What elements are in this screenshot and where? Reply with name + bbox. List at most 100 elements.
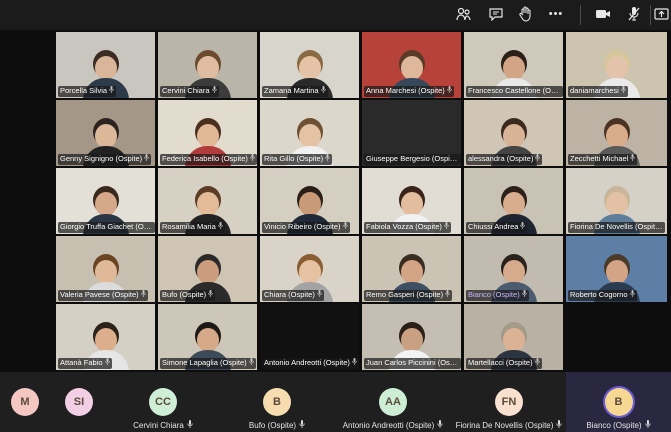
participant-video-tile[interactable]: Martellacci (Ospite) [464,304,563,370]
participant-name: Simone Lapaglia (Ospite) [162,358,247,367]
participant-video-tile[interactable]: Antonio Andreotti (Ospite) [260,304,359,370]
participant-name-label: Bufo (Ospite) [160,290,216,301]
participant-name: Cervini Chiara [133,421,184,430]
participant-video-tile[interactable]: Cervini Chiara [158,32,257,98]
mic-icon [299,420,305,430]
avatar-initials: FN [501,396,517,408]
participant-name: Antonio Andreotti (Ospite) [264,358,350,367]
participant-video-tile[interactable]: Juan Carlos Piccinini (Ospite) [362,304,461,370]
mic-icon [140,290,146,299]
participant-name-label: Porcella Silvia [58,86,117,97]
participant-name: Attanà Fabio [60,358,103,367]
participant-name: Chiara (Ospite) [264,290,315,299]
mic-icon [211,86,217,95]
participant-video-tile[interactable]: Remo Gasperi (Ospite) [362,236,461,302]
mic-icon [556,420,563,430]
participant-name: Zecchetti Michael [570,154,629,163]
participant-video-tile[interactable]: Giorgio Truffa Giachet (Ospite) [56,168,155,234]
participant-name: Vinicio Ribeiro (Ospite) [264,222,341,231]
participant-name-label: Francesco Castellone (Ospite) [466,86,563,97]
participant-name: Bufo (Ospite) [162,290,207,299]
mic-icon [437,420,443,430]
participant-name: Giuseppe Bergesio (Ospite) [366,154,459,163]
participant-video-tile[interactable]: daniamarchesi [566,32,667,98]
participant-name-label: Federica Isabello (Ospite) [160,154,257,165]
avatar-initials: CC [155,396,171,408]
overflow-participant[interactable]: SI [54,372,104,432]
overflow-participant[interactable]: M [0,372,50,432]
overflow-participant[interactable]: CC Cervini Chiara [108,372,218,432]
mic-icon [534,358,540,367]
participant-video-tile[interactable]: alessandra (Ospite) [464,100,563,166]
participant-name-label: Cervini Chiara [160,86,219,97]
raise-hand-icon[interactable] [514,3,538,25]
participant-video-tile[interactable]: Chiara (Ospite) [260,236,359,302]
mic-icon [144,154,149,163]
mic-icon [208,290,214,299]
mic-icon [446,86,452,95]
share-icon[interactable] [650,3,671,25]
participant-name: Valeria Pavese (Ospite) [60,290,139,299]
participant-video-tile[interactable]: Vinicio Ribeiro (Ospite) [260,168,359,234]
mic-icon [317,290,322,299]
participant-video-tile[interactable]: Rita Gillo (Ospite) [260,100,359,166]
chat-icon[interactable] [484,3,508,25]
participant-name: daniamarchesi [570,86,619,95]
overflow-participant-name: Fiorina De Novellis (Ospite) [456,420,563,430]
mic-icon [620,86,626,95]
participant-video-tile[interactable]: Giuseppe Bergesio (Ospite) [362,100,461,166]
participant-name: Federica Isabello (Ospite) [162,154,248,163]
participant-video-tile[interactable]: Roberto Cogorno [566,236,667,302]
participant-video-tile[interactable]: Chiussi Andrea [464,168,563,234]
participant-name-label: Giuseppe Bergesio (Ospite) [364,154,461,165]
participant-name: Bianco (Ospite) [468,290,520,299]
participant-video-tile[interactable]: Federica Isabello (Ospite) [158,100,257,166]
participant-name-label: Zecchetti Michael [568,154,638,165]
overflow-participant-name: Antonio Andreotti (Ospite) [343,420,444,430]
participant-video-tile[interactable]: Valeria Pavese (Ospite) [56,236,155,302]
participant-video-tile[interactable]: Bianco (Ospite) [464,236,563,302]
participants-icon[interactable] [452,3,476,25]
overflow-participant[interactable]: FN Fiorina De Novellis (Ospite) [454,372,564,432]
participant-video-tile[interactable]: Anna Marchesi (Ospite) [362,32,461,98]
participant-video-tile[interactable]: Simone Lapaglia (Ospite) [158,304,257,370]
meeting-toolbar: ••• [0,0,671,30]
participant-name: Porcella Silvia [60,86,108,95]
participant-name: Martellacci (Ospite) [468,358,533,367]
participant-name: Remo Gasperi (Ospite) [366,290,444,299]
participant-name: Bianco (Ospite) [586,421,642,430]
mic-icon [109,86,114,95]
overflow-participant[interactable]: AA Antonio Andreotti (Ospite) [334,372,452,432]
participant-name-label: Roberto Cogorno [568,290,637,301]
avatar-initials: SI [73,396,85,408]
mic-icon [250,154,255,163]
participant-video-tile[interactable]: Zecchetti Michael [566,100,667,166]
participant-name: Roberto Cogorno [570,290,628,299]
mic-icon [342,222,348,231]
participant-video-tile[interactable]: Porcella Silvia [56,32,155,98]
participant-avatar: B [263,388,291,416]
participant-video-tile[interactable]: Fiorina De Novellis (Ospite) [566,168,667,234]
participant-avatar: SI [65,388,93,416]
participant-name-label: alessandra (Ospite) [466,154,543,165]
overflow-participant[interactable]: B Bianco (Ospite) [566,372,671,432]
mic-off-icon[interactable] [622,3,646,25]
participant-video-tile[interactable]: Bufo (Ospite) [158,236,257,302]
participant-name: Zamana Martina [264,86,319,95]
camera-icon[interactable] [591,3,615,25]
participant-video-tile[interactable]: Attanà Fabio [56,304,155,370]
participant-video-tile[interactable]: Zamana Martina [260,32,359,98]
participant-avatar: FN [495,388,523,416]
participant-video-tile[interactable]: Genny Signigno (Ospite) [56,100,155,166]
participant-video-tile[interactable]: Francesco Castellone (Ospite) [464,32,563,98]
mic-icon [445,290,450,299]
participant-avatar: AA [379,388,407,416]
participant-name: Fabiola Vozza (Ospite) [366,222,442,231]
participant-video-tile[interactable]: Rosamilia Maria [158,168,257,234]
overflow-participant[interactable]: B Bufo (Ospite) [222,372,332,432]
participant-video-tile[interactable]: Fabiola Vozza (Ospite) [362,168,461,234]
participant-name: Fiorina De Novellis (Ospite) [570,222,662,231]
participant-name: Francesco Castellone (Ospite) [468,86,563,95]
participant-name-label: Juan Carlos Piccinini (Ospite) [364,358,461,369]
more-icon[interactable]: ••• [544,3,568,25]
